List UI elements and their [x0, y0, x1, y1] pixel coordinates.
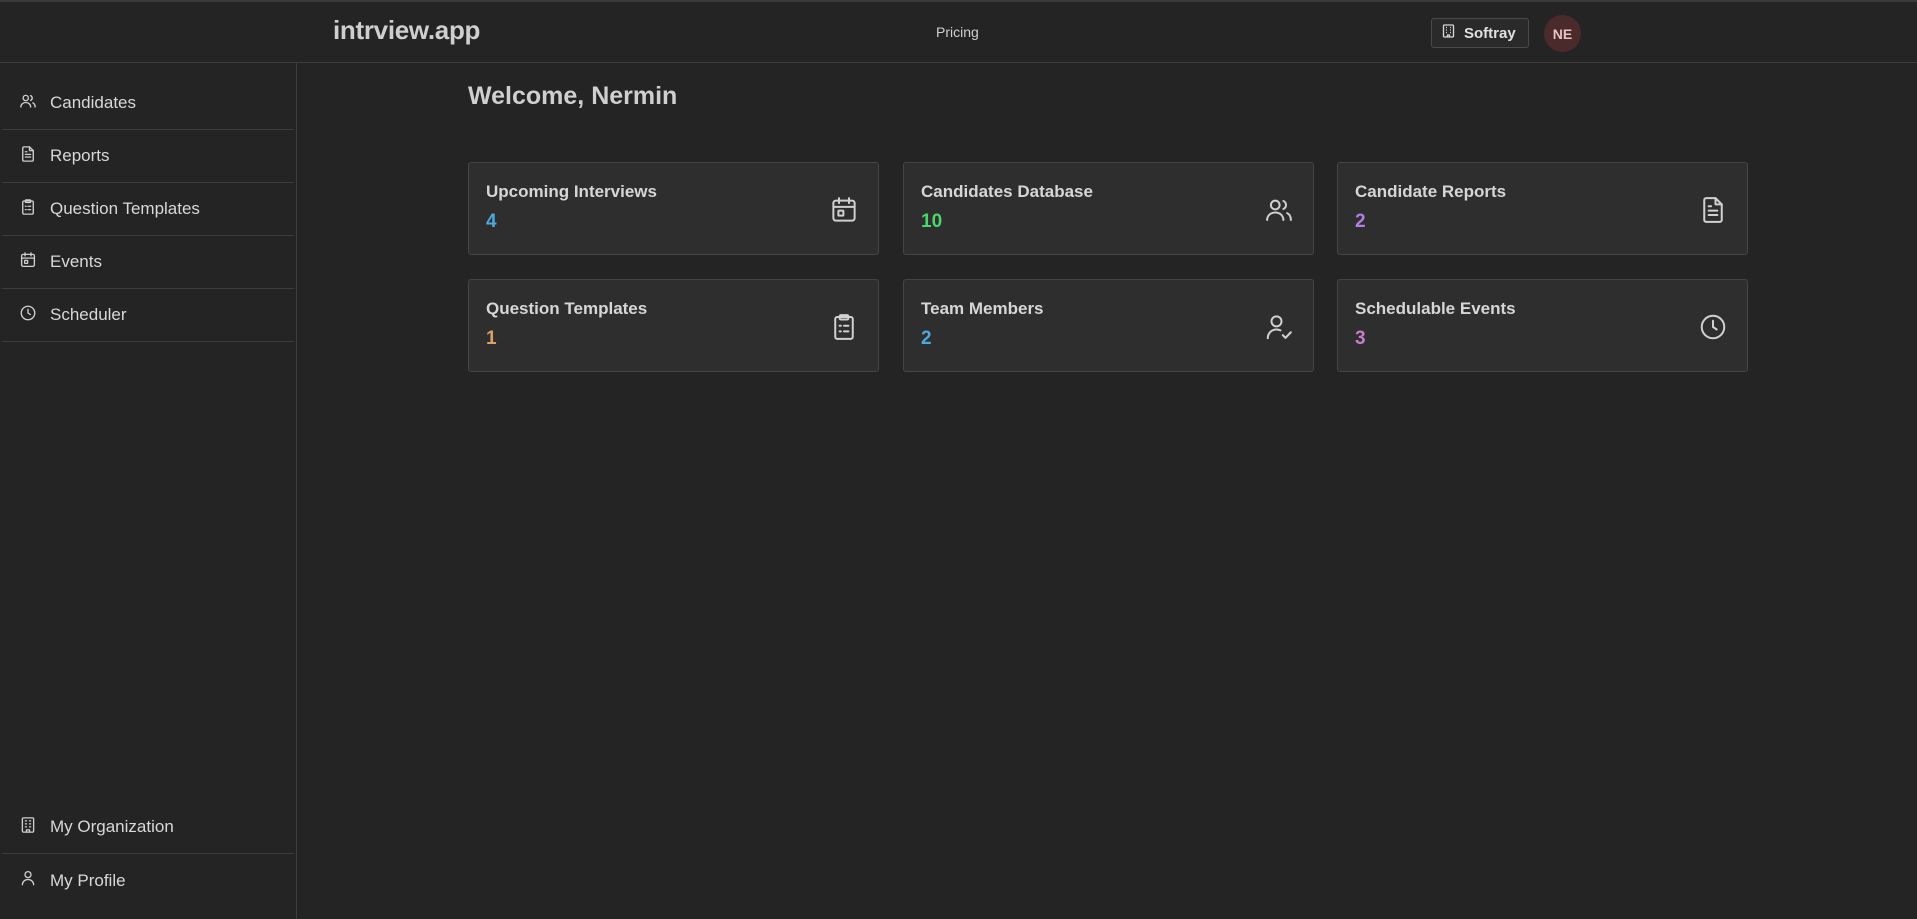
users-icon — [19, 92, 37, 115]
building-icon — [1442, 24, 1455, 42]
sidebar-item-label: Candidates — [50, 93, 137, 112]
sidebar-item-my-profile[interactable]: My Profile — [2, 854, 294, 907]
avatar[interactable]: NE — [1544, 15, 1581, 52]
document-icon — [19, 145, 37, 168]
user-icon — [19, 869, 37, 892]
building-icon — [19, 816, 37, 839]
pricing-link[interactable]: Pricing — [936, 24, 979, 40]
document-icon — [1698, 195, 1728, 225]
sidebar-item-candidates[interactable]: Candidates — [2, 77, 294, 130]
card-candidate-reports[interactable]: Candidate Reports 2 — [1337, 162, 1748, 255]
user-check-icon — [1264, 312, 1294, 342]
sidebar-item-scheduler[interactable]: Scheduler — [2, 289, 294, 342]
sidebar-item-events[interactable]: Events — [2, 236, 294, 289]
card-title: Upcoming Interviews — [486, 182, 657, 201]
card-team-members[interactable]: Team Members 2 — [903, 279, 1314, 372]
sidebar: Candidates Reports Question Templates Ev… — [0, 63, 297, 919]
card-title: Schedulable Events — [1355, 299, 1516, 318]
card-title: Question Templates — [486, 299, 648, 318]
card-value: 3 — [1355, 328, 1366, 349]
card-value: 4 — [486, 211, 497, 232]
card-schedulable-events[interactable]: Schedulable Events 3 — [1337, 279, 1748, 372]
sidebar-item-question-templates[interactable]: Question Templates — [2, 183, 294, 236]
clock-icon — [1698, 312, 1728, 342]
card-question-templates[interactable]: Question Templates 1 — [468, 279, 879, 372]
clipboard-icon — [19, 198, 37, 221]
card-upcoming-interviews[interactable]: Upcoming Interviews 4 — [468, 162, 879, 255]
card-value: 10 — [921, 211, 943, 232]
app-logo[interactable]: intrview.app — [333, 15, 480, 46]
users-icon — [1264, 195, 1294, 225]
clipboard-icon — [829, 312, 859, 342]
top-header: intrview.app Pricing Softray NE — [0, 2, 1917, 63]
organization-button-label: Softray — [1464, 24, 1516, 42]
sidebar-item-my-organization[interactable]: My Organization — [2, 801, 294, 854]
card-title: Team Members — [921, 299, 1044, 318]
sidebar-item-label: My Organization — [50, 817, 174, 836]
card-title: Candidate Reports — [1355, 182, 1507, 201]
sidebar-item-label: My Profile — [50, 870, 126, 890]
sidebar-item-label: Events — [50, 252, 102, 271]
organization-button[interactable]: Softray — [1431, 18, 1529, 48]
page-title: Welcome, Nermin — [468, 82, 678, 110]
clock-icon — [19, 304, 37, 327]
card-candidates-database[interactable]: Candidates Database 10 — [903, 162, 1314, 255]
sidebar-item-label: Reports — [50, 146, 110, 165]
card-value: 2 — [1355, 211, 1366, 232]
sidebar-item-label: Question Templates — [50, 199, 200, 218]
sidebar-item-label: Scheduler — [50, 305, 127, 324]
card-value: 2 — [921, 328, 932, 349]
sidebar-item-reports[interactable]: Reports — [2, 130, 294, 183]
calendar-icon — [19, 251, 37, 274]
card-title: Candidates Database — [921, 182, 1093, 201]
card-value: 1 — [486, 328, 497, 349]
calendar-icon — [829, 195, 859, 225]
